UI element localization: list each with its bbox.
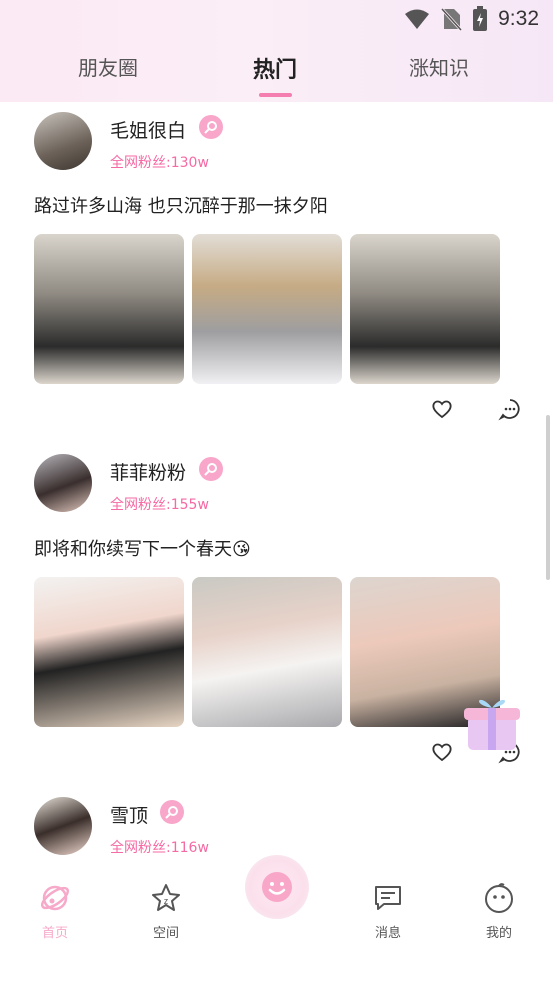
- post-username[interactable]: 毛姐很白: [110, 116, 186, 143]
- post-fans-count: 全网粉丝:116w: [110, 840, 209, 856]
- smile-face-icon: [262, 872, 292, 902]
- post-text: 即将和你续写下一个春天😘: [34, 539, 251, 560]
- post-fans-count: 全网粉丝:130w: [110, 155, 209, 171]
- clock: 9:32: [498, 7, 539, 30]
- nav-label: 空间: [152, 926, 179, 941]
- avatar[interactable]: [34, 112, 92, 170]
- avatar[interactable]: [34, 454, 92, 512]
- star-icon: z: [152, 884, 180, 911]
- svg-text:z: z: [164, 896, 169, 906]
- active-tab-indicator: [259, 93, 292, 97]
- comment-icon[interactable]: [498, 397, 522, 421]
- post-fans-count: 全网粉丝:155w: [110, 497, 209, 513]
- nav-label: 我的: [485, 926, 512, 941]
- wifi-icon: [405, 9, 430, 29]
- top-header: 9:32 朋友圈 热门 涨知识: [0, 0, 553, 102]
- post-photo[interactable]: [350, 234, 500, 384]
- post-username[interactable]: 雪顶: [110, 801, 148, 828]
- post-photo[interactable]: [34, 234, 184, 384]
- post-username[interactable]: 菲菲粉粉: [110, 458, 186, 485]
- face-icon: [485, 883, 513, 913]
- like-heart-icon[interactable]: [430, 397, 454, 421]
- status-bar: 9:32: [404, 6, 539, 32]
- nav-home[interactable]: 首页: [25, 882, 85, 941]
- battery-charging-icon: [473, 6, 488, 31]
- planet-icon: [40, 885, 70, 911]
- tab-friends[interactable]: 朋友圈: [78, 52, 138, 81]
- female-badge-icon: [160, 800, 184, 824]
- no-sim-icon: [441, 7, 463, 31]
- nav-messages[interactable]: 消息: [358, 882, 418, 941]
- post-photo[interactable]: [192, 577, 342, 727]
- post-photo[interactable]: [34, 577, 184, 727]
- nav-label: 首页: [41, 926, 68, 941]
- nav-profile[interactable]: 我的: [469, 882, 529, 941]
- nav-space[interactable]: z 空间: [136, 882, 196, 941]
- female-badge-icon: [199, 115, 223, 139]
- nav-label: 消息: [374, 926, 401, 941]
- like-heart-icon[interactable]: [430, 740, 454, 764]
- tab-hot[interactable]: 热门: [253, 52, 297, 84]
- center-action-button[interactable]: [245, 855, 309, 919]
- gift-box-icon[interactable]: [458, 688, 526, 756]
- scrollbar[interactable]: [546, 415, 550, 580]
- post-text: 路过许多山海 也只沉醉于那一抹夕阳: [34, 196, 328, 217]
- post-photo[interactable]: [192, 234, 342, 384]
- feed-tabs: 朋友圈 热门 涨知识: [0, 52, 553, 88]
- female-badge-icon: [199, 457, 223, 481]
- message-icon: [375, 886, 401, 910]
- avatar[interactable]: [34, 797, 92, 855]
- tab-knowledge[interactable]: 涨知识: [409, 52, 469, 81]
- bottom-nav: 首页 z 空间 消息 我的: [0, 855, 553, 983]
